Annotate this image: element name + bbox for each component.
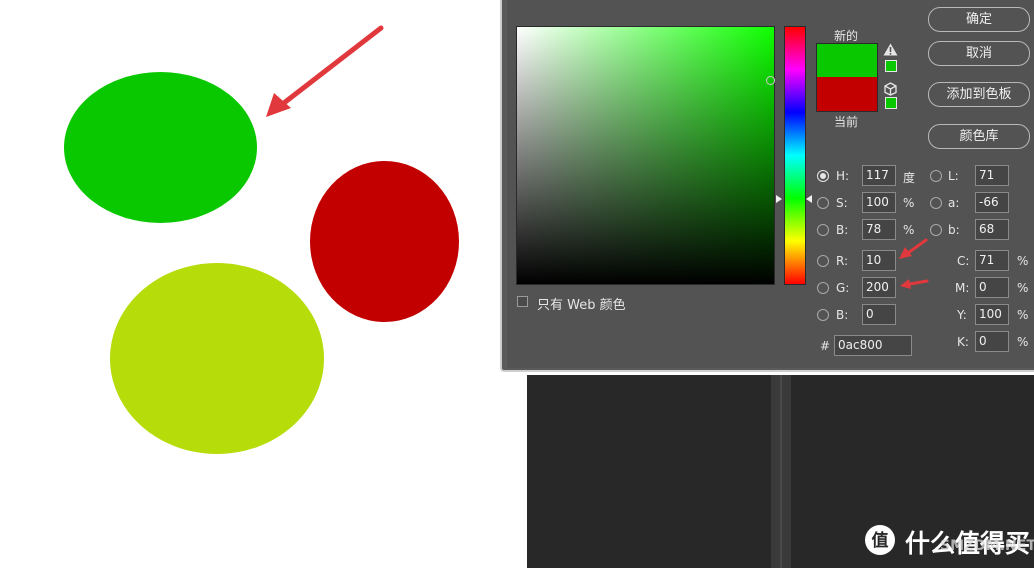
cancel-button[interactable]: 取消 [928, 41, 1030, 66]
radio-green[interactable] [817, 282, 829, 294]
current-color-label: 当前 [834, 115, 859, 129]
new-color-label: 新的 [834, 29, 859, 43]
hue-slider[interactable] [784, 26, 806, 285]
radio-b-channel[interactable] [930, 224, 942, 236]
add-to-swatches-button[interactable]: 添加到色板 [928, 82, 1030, 107]
blue-input[interactable]: 0 [862, 304, 896, 325]
gamut-warning-swatch[interactable] [885, 60, 897, 72]
saturation-input[interactable]: 100 [862, 192, 896, 213]
black-label: K: [957, 335, 969, 349]
web-only-checkbox[interactable] [517, 296, 528, 307]
brightness-unit: % [903, 223, 915, 237]
watermark-logo-glyph: 值 [872, 530, 889, 551]
lightness-input[interactable]: 71 [975, 165, 1009, 186]
saturation-label: S: [836, 196, 848, 210]
b-channel-label: b: [948, 223, 960, 237]
radio-hue[interactable] [817, 170, 829, 182]
current-color-swatch[interactable] [816, 77, 878, 112]
color-field[interactable] [516, 26, 775, 285]
hue-input[interactable]: 117 [862, 165, 896, 186]
cyan-label: C: [957, 254, 970, 268]
hue-slider-handle-right[interactable] [806, 195, 812, 203]
radio-a-channel[interactable] [930, 197, 942, 209]
a-channel-input[interactable]: -66 [975, 192, 1009, 213]
black-input[interactable]: 0 [975, 331, 1009, 352]
ok-button[interactable]: 确定 [928, 7, 1030, 32]
hex-input[interactable]: 0ac800 [834, 335, 912, 356]
magenta-unit: % [1017, 281, 1029, 295]
brightness-label: B: [836, 223, 849, 237]
brightness-input[interactable]: 78 [862, 219, 896, 240]
color-libraries-button[interactable]: 颜色库 [928, 124, 1030, 149]
warning-triangle-icon[interactable] [883, 43, 898, 56]
watermark-url: SMZDM.NET [940, 538, 1034, 554]
magenta-input[interactable]: 0 [975, 277, 1009, 298]
magenta-label: M: [955, 281, 970, 295]
saturation-unit: % [903, 196, 915, 210]
radio-red[interactable] [817, 255, 829, 267]
b-channel-input[interactable]: 68 [975, 219, 1009, 240]
hue-unit: 度 [903, 171, 916, 185]
lightness-label: L: [948, 169, 959, 183]
a-channel-label: a: [948, 196, 960, 210]
red-input[interactable]: 10 [862, 250, 896, 271]
red-label: R: [836, 254, 849, 268]
yellow-label: Y: [957, 308, 967, 322]
hex-label: # [820, 339, 831, 353]
cyan-unit: % [1017, 254, 1029, 268]
new-color-swatch [816, 43, 878, 77]
blue-label: B: [836, 308, 849, 322]
watermark-logo-icon: 值 [865, 525, 895, 555]
radio-lightness[interactable] [930, 170, 942, 182]
cube-icon[interactable] [884, 82, 897, 96]
yellow-unit: % [1017, 308, 1029, 322]
hue-label: H: [836, 169, 850, 183]
green-label: G: [836, 281, 850, 295]
document-canvas[interactable] [0, 0, 527, 568]
annotation-arrow [266, 25, 384, 117]
web-only-label: 只有 Web 颜色 [537, 298, 626, 313]
radio-saturation[interactable] [817, 197, 829, 209]
radio-blue[interactable] [817, 309, 829, 321]
dark-panel-left [527, 375, 771, 568]
hue-slider-handle-left[interactable] [776, 195, 782, 203]
green-input[interactable]: 200 [862, 277, 896, 298]
color-field-marker[interactable] [766, 76, 775, 85]
black-unit: % [1017, 335, 1029, 349]
yellow-input[interactable]: 100 [975, 304, 1009, 325]
panel-divider[interactable] [771, 375, 791, 568]
cyan-input[interactable]: 71 [975, 250, 1009, 271]
web-safe-swatch[interactable] [885, 97, 897, 109]
radio-brightness[interactable] [817, 224, 829, 236]
